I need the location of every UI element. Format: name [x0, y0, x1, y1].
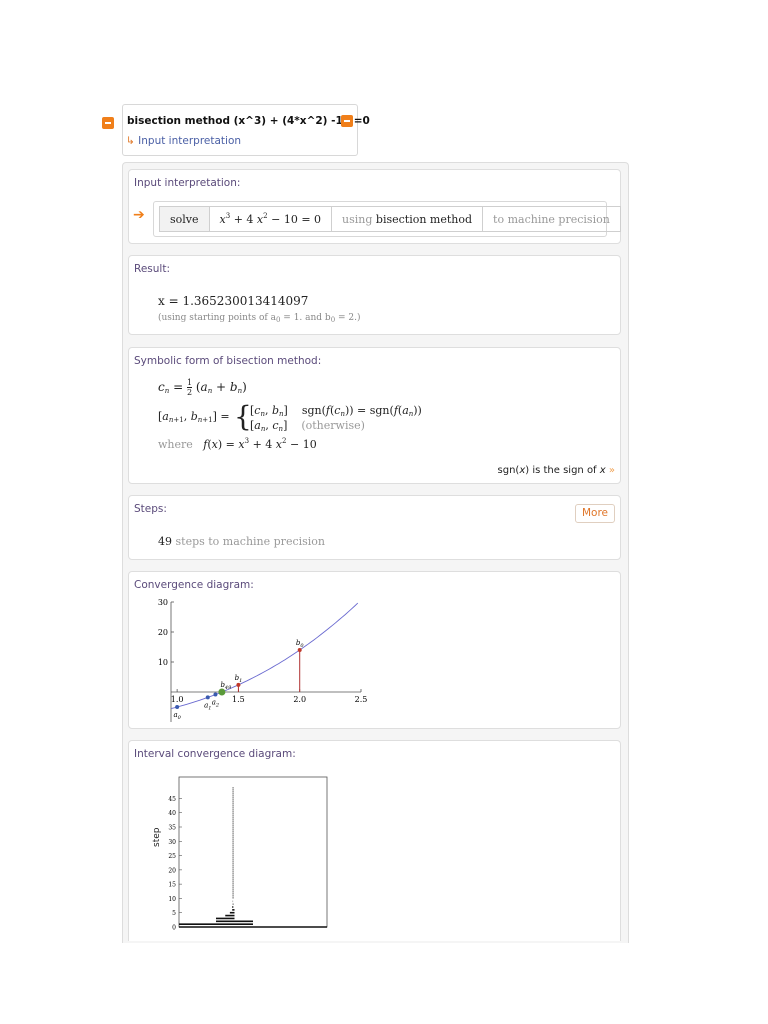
arrow-icon: ➔ [133, 207, 145, 223]
y-tick-label: 30 [168, 839, 176, 846]
more-button[interactable]: More [575, 504, 615, 523]
point-label-a0: a0 [173, 711, 181, 721]
y-tick-label: 10 [168, 896, 176, 903]
pod-title: Input interpretation: [134, 177, 241, 189]
collapse-icon[interactable] [102, 117, 114, 129]
steps-pod: Steps: More 49 steps to machine precisio… [128, 495, 621, 560]
where-clause: where f(x) = x3 + 4 x2 − 10 [158, 437, 317, 451]
midpoint-formula: cn = 12 (an + bn) [158, 378, 247, 397]
y-tick-label: 35 [168, 825, 176, 832]
y-tick-label: 0 [172, 925, 176, 932]
interpretation-link-label: Input interpretation [138, 135, 242, 147]
pod-title: Symbolic form of bisection method: [134, 355, 322, 367]
return-arrow-icon: ↳ [126, 135, 135, 147]
pod-title: Interval convergence diagram: [134, 748, 296, 760]
result-note: (using starting points of a0 = 1. and b0… [158, 313, 361, 324]
result-value: x = 1.365230013414097 [158, 294, 309, 308]
chevron-right-icon: » [608, 465, 615, 476]
steps-label: steps to machine precision [175, 535, 326, 548]
interpretation-table-frame: solve x3 + 4 x2 − 10 = 0 using bisection… [153, 201, 621, 237]
point-a1 [205, 695, 210, 700]
y-tick-label: 45 [168, 796, 176, 803]
query-text[interactable]: bisection method (x^3) + (4*x^2) -10 =0 [127, 115, 370, 127]
interval-convergence-pod: Interval convergence diagram: step 0 5 10 1… [128, 740, 621, 941]
equation-cell: x3 + 4 x2 − 10 = 0 [208, 206, 333, 232]
convergence-chart: 1020301.0 1.5 2.0 2.5a0a1a2b1b0b49 [158, 598, 368, 722]
y-tick-label: 40 [168, 810, 176, 817]
point-label-b0: b0 [296, 639, 304, 649]
interpretation-link[interactable]: ↳ Input interpretation [126, 135, 241, 147]
point-label-a1: a1 [204, 701, 211, 711]
steps-count: 49 [158, 535, 172, 548]
x-tick-label: 2.5 [355, 695, 368, 704]
function-curve [170, 602, 359, 710]
steps-line: 49 steps to machine precision [158, 535, 325, 548]
y-tick-label: 10 [158, 658, 168, 667]
input-interpretation-pod: Input interpretation: ➔ solve x3 + 4 x2 … [128, 169, 621, 244]
sgn-definition-link[interactable]: sgn(x) is the sign of x » [498, 465, 615, 476]
result-pod: Result: x = 1.365230013414097 (using sta… [128, 255, 621, 335]
interval-chart: 0 5 10 15 20 25 30 35 40 45 [168, 776, 328, 932]
convergence-pod: Convergence diagram: 10 20 30 1.0 1.5 2.0 2.5 a… [128, 571, 621, 729]
point-label-b1: b1 [235, 674, 243, 684]
precision-cell: to machine precision [482, 206, 621, 232]
point-a0 [175, 705, 180, 709]
point-a2 [213, 692, 218, 697]
y-tick-label: 15 [168, 882, 176, 889]
close-query-icon[interactable] [341, 115, 353, 127]
point-label-a2: a2 [212, 699, 219, 709]
y-tick-label: 20 [158, 628, 168, 637]
method-cell: using bisection method [331, 206, 484, 232]
y-tick-label: 5 [172, 910, 176, 917]
x-tick-label: 1.0 [171, 695, 184, 704]
pod-title: Steps: [134, 503, 167, 515]
pod-title: Convergence diagram: [134, 579, 254, 591]
query-box[interactable]: bisection method (x^3) + (4*x^2) -10 =0 … [122, 104, 370, 156]
interval-ylabel: step [152, 827, 162, 847]
symbolic-form-pod: Symbolic form of bisection method: cn = … [128, 347, 621, 484]
x-tick-label: 2.0 [293, 695, 306, 704]
solve-cell: solve [159, 206, 210, 232]
plot-frame [178, 776, 328, 928]
pod-title: Result: [134, 263, 170, 275]
y-tick-label: 20 [168, 867, 176, 874]
y-tick-label: 25 [168, 853, 176, 860]
y-tick-label: 30 [158, 598, 168, 607]
x-tick-label: 1.5 [232, 695, 245, 704]
